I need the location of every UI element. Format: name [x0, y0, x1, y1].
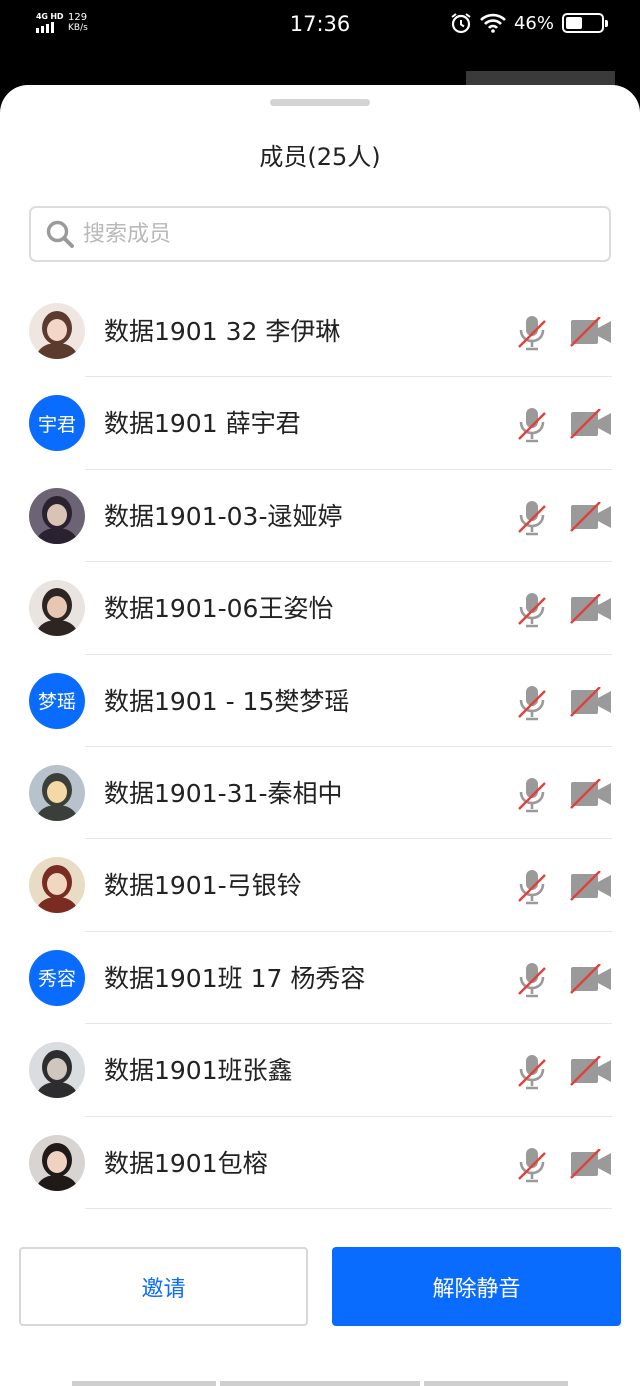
member-row[interactable]: 数据1901-03-逯娅婷	[0, 470, 640, 563]
member-row[interactable]: 梦瑶 数据1901 - 15樊梦瑶	[0, 655, 640, 747]
member-name: 数据1901 薛宇君	[104, 409, 301, 439]
mic-muted-icon[interactable]	[516, 962, 548, 998]
unmute-button[interactable]: 解除静音	[332, 1247, 621, 1326]
avatar-photo	[29, 303, 85, 359]
member-row[interactable]: 秀容 数据1901班 17 杨秀容	[0, 932, 640, 1025]
wifi-icon	[480, 13, 506, 33]
avatar-photo	[29, 580, 85, 637]
avatar	[29, 303, 85, 359]
member-list: 数据1901 32 李伊琳 宇君 数据1901 薛宇君 数据1901-03-逯娅…	[0, 285, 640, 1209]
mic-muted-icon[interactable]	[516, 407, 548, 443]
avatar-photo	[29, 1042, 85, 1099]
search-box[interactable]	[29, 206, 611, 262]
search-input[interactable]	[83, 221, 563, 247]
member-row[interactable]: 宇君 数据1901 薛宇君	[0, 377, 640, 470]
battery-icon	[562, 13, 608, 33]
panel-title: 成员(25人)	[259, 143, 381, 171]
avatar-initials: 宇君	[37, 413, 76, 436]
avatar-initials: 梦瑶	[37, 691, 76, 714]
member-name: 数据1901班张鑫	[104, 1056, 293, 1086]
avatar	[29, 487, 85, 544]
avatar	[29, 764, 85, 821]
members-panel: 成员(25人) 数据1901 32 李伊琳 宇君 数据19	[0, 85, 640, 1386]
avatar: 宇君	[29, 395, 85, 452]
member-row[interactable]: 数据1901-31-秦相中	[0, 747, 640, 840]
member-name: 数据1901-31-秦相中	[104, 778, 343, 808]
camera-off-icon[interactable]	[570, 686, 612, 717]
avatar-photo	[29, 857, 85, 914]
status-bar: 4G HD 129 KB/s 17:36 46%	[0, 0, 640, 52]
avatar	[29, 857, 85, 914]
camera-off-icon[interactable]	[570, 501, 612, 532]
mic-muted-icon[interactable]	[516, 685, 548, 721]
camera-off-icon[interactable]	[570, 594, 612, 625]
camera-off-icon[interactable]	[570, 1148, 612, 1179]
member-row[interactable]: 数据1901-弓银铃	[0, 839, 640, 932]
invite-button[interactable]: 邀请	[19, 1247, 308, 1326]
member-name: 数据1901 - 15樊梦瑶	[104, 686, 350, 716]
row-divider	[85, 1207, 612, 1209]
avatar-initials: 秀容	[37, 968, 76, 991]
avatar-photo	[29, 487, 85, 544]
member-name: 数据1901包榕	[104, 1148, 268, 1178]
avatar: 梦瑶	[29, 672, 85, 729]
mic-muted-icon[interactable]	[516, 500, 548, 536]
member-name: 数据1901-03-逯娅婷	[104, 501, 343, 531]
member-name: 数据1901班 17 杨秀容	[104, 963, 366, 993]
avatar	[29, 1134, 85, 1191]
camera-off-icon[interactable]	[570, 871, 612, 902]
member-name: 数据1901 32 李伊琳	[104, 317, 341, 346]
mic-muted-icon[interactable]	[516, 1147, 548, 1183]
mic-muted-icon[interactable]	[516, 592, 548, 628]
battery-level	[566, 17, 582, 29]
mic-muted-icon[interactable]	[516, 777, 548, 813]
member-name: 数据1901-弓银铃	[104, 871, 302, 901]
member-row[interactable]: 数据1901班张鑫	[0, 1024, 640, 1117]
camera-off-icon[interactable]	[570, 1056, 612, 1086]
avatar	[29, 580, 85, 637]
status-right: 46%	[450, 12, 608, 34]
drag-handle[interactable]	[270, 99, 370, 106]
member-row[interactable]: 数据1901-06王姿怡	[0, 562, 640, 655]
avatar-photo	[29, 1134, 85, 1191]
mic-muted-icon[interactable]	[516, 869, 548, 905]
camera-off-icon[interactable]	[570, 317, 612, 347]
mic-muted-icon[interactable]	[516, 315, 548, 351]
mic-muted-icon[interactable]	[516, 1054, 548, 1090]
member-name: 数据1901-06王姿怡	[104, 594, 334, 624]
battery-percent: 46%	[513, 12, 554, 34]
member-row[interactable]: 数据1901包榕	[0, 1117, 640, 1209]
avatar: 秀容	[29, 949, 85, 1006]
avatar-photo	[29, 764, 85, 821]
search-icon	[46, 220, 74, 248]
avatar	[29, 1042, 85, 1099]
bottom-nav-indicator	[72, 1381, 568, 1386]
camera-off-icon[interactable]	[570, 778, 612, 809]
camera-off-icon[interactable]	[570, 963, 612, 994]
member-row[interactable]: 数据1901 32 李伊琳	[0, 285, 640, 378]
camera-off-icon[interactable]	[570, 409, 612, 440]
alarm-icon	[451, 13, 471, 34]
